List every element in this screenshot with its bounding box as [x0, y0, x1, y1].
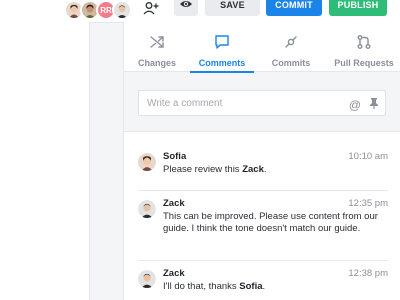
mention[interactable]: Zack: [242, 164, 264, 175]
tab-label: Comments: [198, 58, 246, 68]
save-button[interactable]: SAVE: [205, 0, 260, 16]
commit-button[interactable]: COMMIT: [266, 0, 322, 16]
comment-input[interactable]: Write a comment @: [138, 90, 386, 116]
avatar: [138, 153, 156, 171]
compose-actions: @: [349, 96, 379, 114]
publish-button[interactable]: PUBLISH: [329, 0, 387, 16]
comment-item: Zack 12:35 pm This can be improved. Plea…: [138, 198, 388, 258]
collaborator-avatars: RR: [64, 0, 132, 20]
tab-label: Commits: [271, 58, 311, 68]
active-tab-indicator: [190, 71, 254, 73]
comment-icon: [214, 34, 230, 55]
tab-pull-requests[interactable]: Pull Requests: [328, 22, 400, 72]
comment-divider: [138, 260, 388, 261]
tab-label: Changes: [137, 58, 176, 68]
eye-icon: [179, 0, 193, 14]
tab-changes[interactable]: Changes: [124, 22, 190, 72]
preview-button[interactable]: [174, 0, 198, 16]
top-toolbar: RR SAVE COMMIT PUBLISH: [0, 0, 400, 22]
comment-time: 10:10 am: [348, 151, 388, 162]
comment-text: This can be improved. Please use content…: [163, 211, 378, 234]
tab-label: Pull Requests: [334, 58, 394, 68]
mention-icon[interactable]: @: [349, 98, 361, 112]
comment-placeholder: Write a comment: [147, 98, 223, 109]
comment-item: Zack 12:38 pm I'll do that, thanks Sofia…: [138, 268, 388, 298]
comment-list: Sofia 10:10 am Please review this Zack. …: [124, 131, 400, 300]
commit-icon: [283, 34, 299, 55]
avatar: [138, 200, 156, 218]
avatar-man[interactable]: [112, 0, 132, 20]
comment-author: Zack: [163, 198, 185, 209]
tab-comments[interactable]: Comments: [190, 22, 254, 73]
shuffle-icon: [149, 34, 165, 55]
pin-icon[interactable]: [369, 96, 379, 114]
comment-divider: [138, 190, 388, 191]
comments-panel: Changes Comments Commits Pull Requests W…: [123, 22, 400, 300]
comment-text: Please review this Zack.: [163, 164, 267, 175]
tab-commits[interactable]: Commits: [262, 22, 320, 72]
panel-tabs: Changes Comments Commits Pull Requests: [124, 22, 400, 73]
editor-pane[interactable]: [0, 22, 90, 300]
comment-author: Sofia: [163, 151, 187, 162]
comment-item: Sofia 10:10 am Please review this Zack.: [138, 151, 388, 181]
comment-author: Zack: [163, 268, 185, 279]
comment-time: 12:35 pm: [348, 198, 388, 209]
comment-text: I'll do that, thanks Sofia.: [163, 281, 266, 292]
comment-time: 12:38 pm: [348, 268, 388, 279]
add-user-icon[interactable]: [142, 0, 160, 16]
pull-request-icon: [356, 34, 372, 55]
mention[interactable]: Sofia: [239, 281, 262, 292]
avatar: [138, 270, 156, 288]
